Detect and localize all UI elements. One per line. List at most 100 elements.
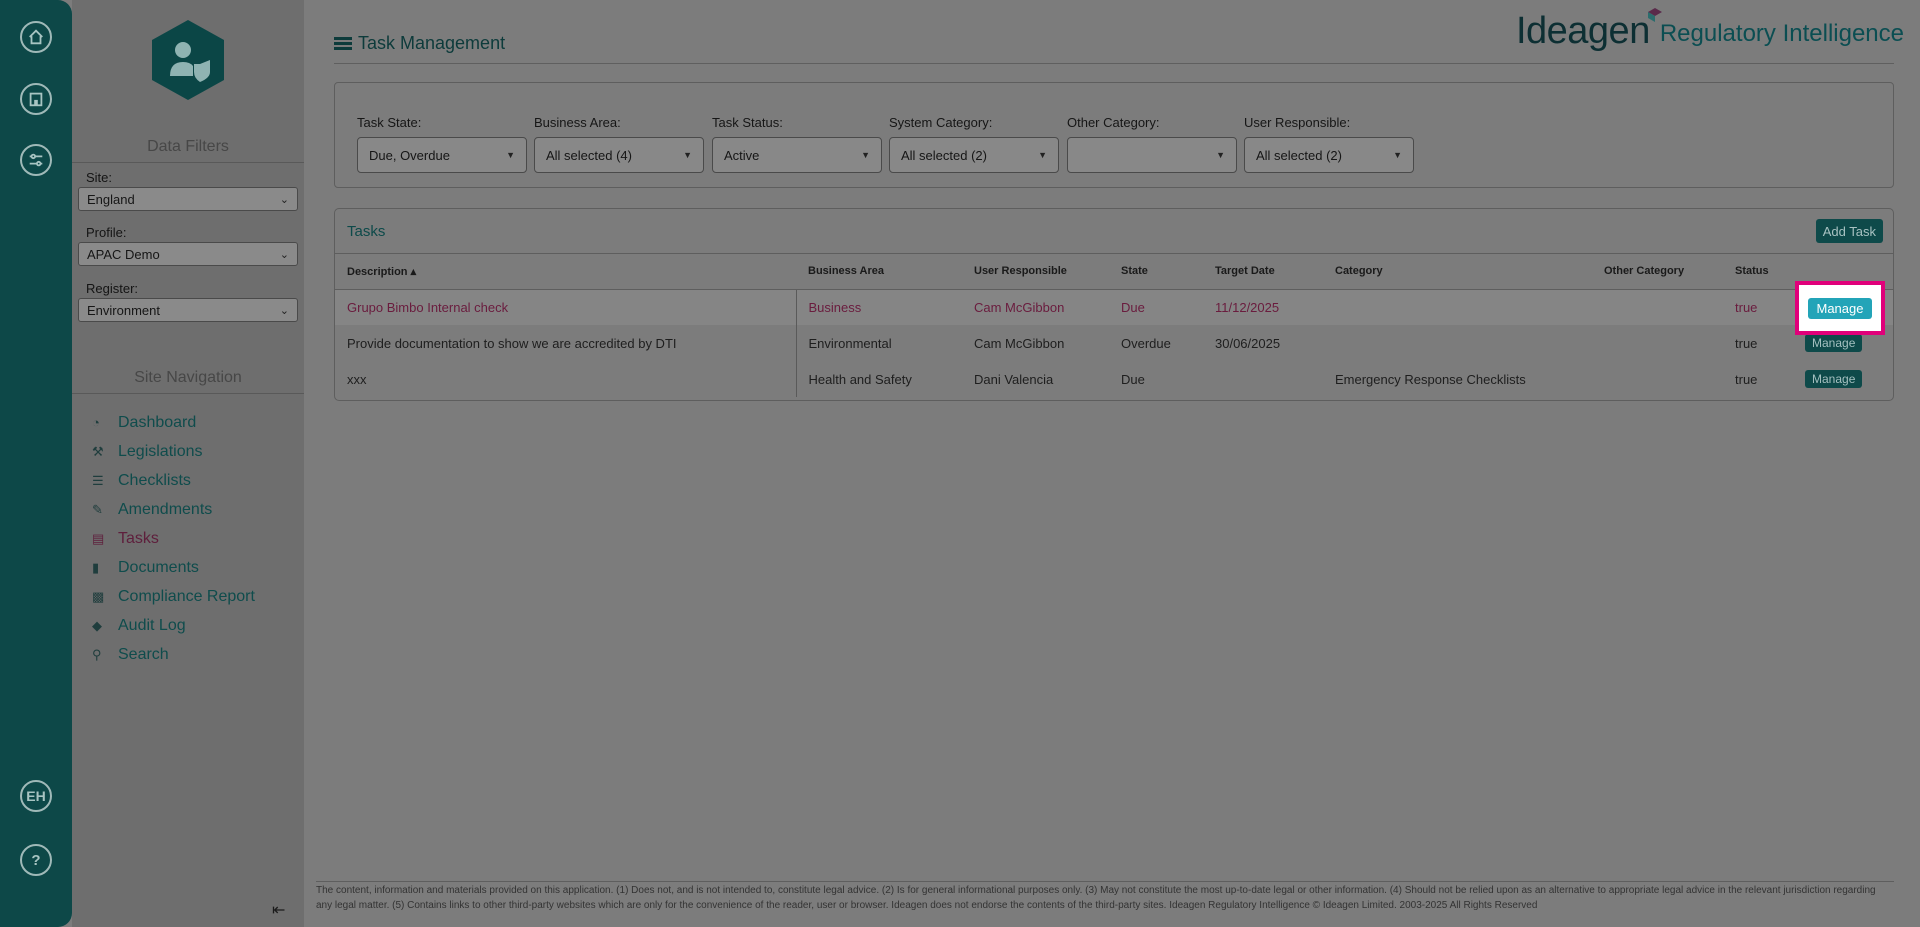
column-header-state[interactable]: State <box>1109 254 1203 290</box>
sliders-icon[interactable] <box>20 144 52 176</box>
nav-item-amendments[interactable]: ✎ Amendments <box>92 495 255 524</box>
profile-select[interactable]: APAC Demo ⌄ <box>78 242 298 266</box>
collapse-sidebar-icon[interactable]: ⇤ <box>272 900 285 920</box>
cell-description: Provide documentation to show we are acc… <box>335 325 797 361</box>
column-header-category[interactable]: Category <box>1323 254 1592 290</box>
nav-label: Dashboard <box>118 413 197 431</box>
filter-task-state: Task State: Due, Overdue ▼ <box>357 115 527 173</box>
cell-description: Grupo Bimbo Internal check <box>335 289 797 325</box>
task-status-select[interactable]: Active ▼ <box>712 137 882 173</box>
nav-label: Amendments <box>118 500 213 518</box>
table-row[interactable]: xxx Health and Safety Dani Valencia Due … <box>335 361 1893 397</box>
brand-mark-icon <box>1647 8 1662 22</box>
cell-target-date <box>1203 361 1323 397</box>
filter-label: Task Status: <box>712 115 783 130</box>
nav-label: Compliance Report <box>118 587 255 605</box>
register-label: Register: <box>86 281 139 296</box>
brand-logo: Ideagen Regulatory Intelligence <box>1516 8 1904 53</box>
cell-status: true <box>1735 335 1758 351</box>
task-state-select[interactable]: Due, Overdue ▼ <box>357 137 527 173</box>
column-header-description[interactable]: Description ▴ <box>335 254 796 290</box>
chevron-down-icon: ⌄ <box>279 304 289 317</box>
gavel-icon: ⚒ <box>92 443 104 459</box>
business-area-select[interactable]: All selected (4) ▼ <box>534 137 704 173</box>
file-icon: ▮ <box>92 559 100 575</box>
user-responsible-select[interactable]: All selected (2) ▼ <box>1244 137 1414 173</box>
nav-label: Checklists <box>118 471 191 489</box>
system-category-select[interactable]: All selected (2) ▼ <box>889 137 1059 173</box>
site-value: England <box>87 191 135 207</box>
column-header-status[interactable]: Status <box>1723 254 1793 290</box>
cell-business-area: Health and Safety <box>808 371 912 387</box>
manage-button[interactable]: Manage <box>1805 370 1863 388</box>
filter-other-category: Other Category: ▼ <box>1067 115 1237 173</box>
cell-category <box>1323 325 1592 361</box>
data-filters-title: Data Filters <box>72 138 304 163</box>
home-icon[interactable] <box>20 21 52 53</box>
column-header-business-area[interactable]: Business Area <box>796 254 962 290</box>
help-icon[interactable]: ? <box>20 844 52 876</box>
column-header-user-responsible[interactable]: User Responsible <box>962 254 1109 290</box>
edit-icon: ✎ <box>92 501 103 517</box>
filter-label: System Category: <box>889 115 993 130</box>
nav-item-search[interactable]: ⚲ Search <box>92 640 255 669</box>
cell-other-category <box>1592 325 1723 361</box>
cell-target-date: 30/06/2025 <box>1215 335 1281 351</box>
header-divider <box>334 63 1894 64</box>
cell-category <box>1323 289 1592 325</box>
filter-user-responsible: User Responsible: All selected (2) ▼ <box>1244 115 1414 173</box>
nav-label: Legislations <box>118 442 203 460</box>
caret-down-icon: ▼ <box>683 150 692 160</box>
profile-label: Profile: <box>86 225 127 240</box>
register-select[interactable]: Environment ⌄ <box>78 298 298 322</box>
cell-other-category <box>1592 361 1723 397</box>
other-category-select[interactable]: ▼ <box>1067 137 1237 173</box>
site-navigation-title: Site Navigation <box>72 369 304 394</box>
manage-button-highlighted[interactable]: Manage <box>1807 297 1873 319</box>
search-icon: ⚲ <box>92 646 102 662</box>
nav-label: Documents <box>118 558 199 576</box>
building-icon[interactable] <box>20 83 52 115</box>
filter-label: Business Area: <box>534 115 621 130</box>
nav-item-checklists[interactable]: ☰ Checklists <box>92 466 255 495</box>
user-avatar[interactable]: EH <box>20 780 52 812</box>
register-value: Environment <box>87 302 160 318</box>
tasks-panel-header: Tasks Add Task <box>335 209 1893 254</box>
cell-category: Emergency Response Checklists <box>1335 371 1526 387</box>
cell-target-date: 11/12/2025 <box>1203 289 1323 325</box>
filter-value: Due, Overdue <box>369 147 450 163</box>
table-header-row: Description ▴ Business Area User Respons… <box>335 254 1893 290</box>
nav-item-compliance-report[interactable]: ▩ Compliance Report <box>92 582 255 611</box>
nav-item-tasks[interactable]: ▤ Tasks <box>92 524 255 553</box>
add-task-button[interactable]: Add Task <box>1815 219 1883 243</box>
filter-business-area: Business Area: All selected (4) ▼ <box>534 115 704 173</box>
profile-value: APAC Demo <box>87 246 160 262</box>
cell-state: Due <box>1109 289 1203 325</box>
caret-down-icon: ▼ <box>861 150 870 160</box>
site-select[interactable]: England ⌄ <box>78 187 298 211</box>
site-label: Site: <box>86 170 113 185</box>
tasks-icon <box>334 37 352 50</box>
manage-button[interactable]: Manage <box>1805 334 1863 352</box>
caret-down-icon: ▼ <box>506 150 515 160</box>
column-header-other-category[interactable]: Other Category <box>1592 254 1723 290</box>
filter-task-status: Task Status: Active ▼ <box>712 115 882 173</box>
column-header-target-date[interactable]: Target Date <box>1203 254 1323 290</box>
filter-system-category: System Category: All selected (2) ▼ <box>889 115 1059 173</box>
chevron-down-icon: ⌄ <box>279 193 289 206</box>
nav-item-documents[interactable]: ▮ Documents <box>92 553 255 582</box>
site-navigation: ◔ Dashboard ⚒ Legislations ☰ Checklists ✎ Am… <box>92 408 255 669</box>
table-row[interactable]: Grupo Bimbo Internal check Business Cam … <box>335 289 1893 325</box>
caret-down-icon: ▼ <box>1393 150 1402 160</box>
task-filters-panel: Task State: Due, Overdue ▼ Business Area:… <box>334 82 1894 188</box>
cell-user: Cam McGibbon <box>974 335 1065 351</box>
filter-label: Task State: <box>357 115 422 130</box>
nav-item-audit-log[interactable]: ◆ Audit Log <box>92 611 255 640</box>
nav-item-dashboard[interactable]: ◔ Dashboard <box>92 408 255 437</box>
cell-user: Dani Valencia <box>974 371 1054 387</box>
list-icon: ☰ <box>92 472 104 488</box>
nav-item-legislations[interactable]: ⚒ Legislations <box>92 437 255 466</box>
table-row[interactable]: Provide documentation to show we are acc… <box>335 325 1893 361</box>
cell-description: xxx <box>335 361 797 397</box>
tasks-icon: ▤ <box>92 530 105 546</box>
